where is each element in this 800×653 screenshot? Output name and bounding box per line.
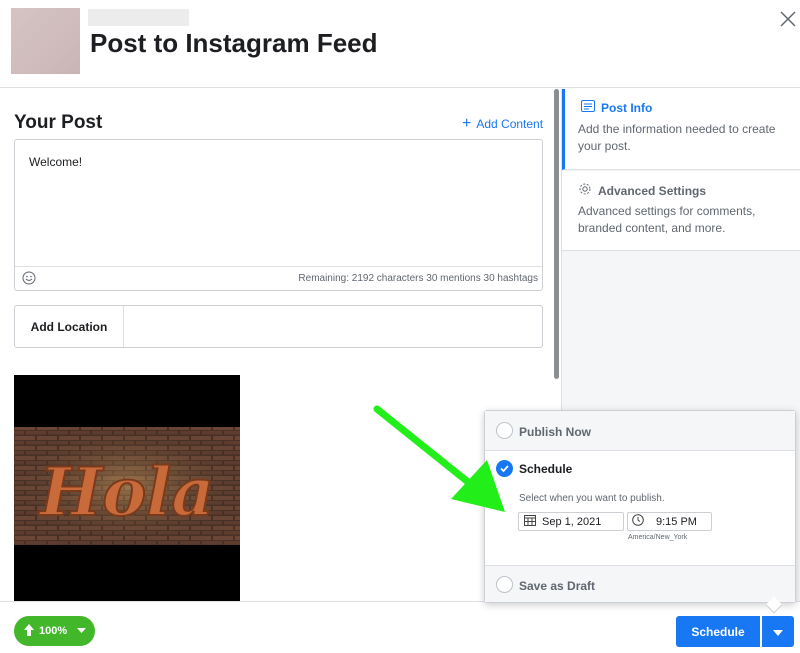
- your-post-heading: Your Post: [14, 112, 103, 133]
- save-as-draft-radio[interactable]: [496, 576, 513, 593]
- upload-progress-label: 100%: [39, 625, 68, 637]
- caption-footer: Remaining: 2192 characters 30 mentions 3…: [15, 266, 542, 290]
- publish-now-radio[interactable]: [496, 422, 513, 439]
- schedule-radio[interactable]: [496, 460, 513, 477]
- sidebar-item-label: Advanced Settings: [598, 183, 707, 198]
- date-value: Sep 1, 2021: [542, 515, 602, 528]
- close-icon[interactable]: [778, 9, 798, 29]
- caption-text[interactable]: Welcome!: [29, 155, 82, 169]
- hola-sign-text: Hola: [38, 453, 214, 531]
- time-value: 9:15 PM: [656, 515, 697, 528]
- sidebar-item-advanced-settings[interactable]: Advanced Settings Advanced settings for …: [562, 171, 800, 251]
- upload-arrow-icon: [23, 623, 35, 640]
- plus-icon: +: [462, 115, 472, 132]
- calendar-icon: [524, 514, 536, 529]
- sidebar-item-post-info[interactable]: Post Info Add the information needed to …: [562, 89, 800, 170]
- chevron-down-icon: [773, 623, 783, 641]
- add-location-label[interactable]: Add Location: [15, 306, 124, 347]
- upload-progress-button[interactable]: 100%: [14, 616, 95, 646]
- location-field[interactable]: Add Location: [14, 305, 543, 348]
- timezone-label: America/New_York: [628, 534, 688, 541]
- sidebar-item-description: Add the information needed to create you…: [578, 122, 776, 153]
- schedule-option[interactable]: Schedule: [485, 452, 795, 565]
- schedule-label: Schedule: [519, 462, 573, 476]
- remaining-counter: Remaining: 2192 characters 30 mentions 3…: [298, 273, 538, 284]
- footer-bar: 100% Schedule: [0, 601, 800, 653]
- emoji-icon[interactable]: [22, 271, 36, 285]
- save-as-draft-option[interactable]: Save as Draft: [485, 565, 795, 602]
- schedule-button[interactable]: Schedule: [676, 616, 760, 647]
- page-avatar: [11, 8, 80, 74]
- sidebar-item-label: Post Info: [601, 100, 653, 115]
- publish-options-dropdown[interactable]: [762, 616, 794, 647]
- publish-now-label: Publish Now: [519, 425, 591, 439]
- add-content-label: Add Content: [476, 117, 544, 131]
- page-title: Post to Instagram Feed: [90, 28, 378, 58]
- sidebar-item-description: Advanced settings for comments, branded …: [578, 204, 756, 235]
- page-name-placeholder: [88, 9, 189, 26]
- chevron-down-icon: [77, 625, 87, 637]
- post-image: Hola: [14, 375, 240, 601]
- post-editor-panel: Your Post + Add Content Welcome! Remaini…: [0, 89, 556, 601]
- schedule-hint: Select when you want to publish.: [519, 493, 665, 504]
- caption-textarea[interactable]: Welcome! Remaining: 2192 characters 30 m…: [14, 139, 543, 291]
- modal-header: Post to Instagram Feed: [0, 0, 800, 88]
- add-content-button[interactable]: + Add Content: [462, 115, 544, 132]
- publish-options-popover: Publish Now Schedule Select when you wan…: [484, 410, 796, 603]
- save-as-draft-label: Save as Draft: [519, 579, 596, 593]
- left-panel-scrollbar[interactable]: [554, 89, 559, 379]
- publish-now-option[interactable]: Publish Now: [485, 411, 795, 451]
- clock-icon: [632, 514, 644, 529]
- post-info-icon: [581, 100, 595, 115]
- time-picker[interactable]: 9:15 PM: [627, 512, 712, 531]
- date-picker[interactable]: Sep 1, 2021: [518, 512, 624, 531]
- gear-icon: [578, 182, 592, 199]
